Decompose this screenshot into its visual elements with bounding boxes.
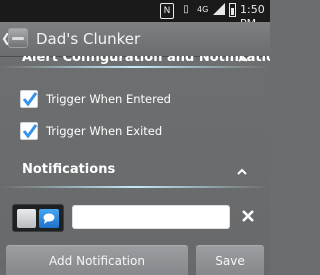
chevron-up-icon[interactable] [238, 56, 248, 64]
chevron-up-icon[interactable] [237, 167, 247, 177]
chat-bubble-icon [43, 213, 55, 224]
screen: N ▯ 4G 1:50 PM ❮ Dad's Clunker Alert Con… [0, 0, 270, 275]
notification-recipient-input[interactable] [72, 205, 230, 229]
section-divider [0, 66, 270, 68]
toggle-option-off[interactable] [17, 209, 36, 228]
page-title: Dad's Clunker [36, 30, 141, 48]
add-notification-button[interactable]: Add Notification [6, 245, 188, 275]
status-time: 1:50 PM [240, 3, 265, 30]
action-bar: ❮ Dad's Clunker [0, 22, 270, 57]
save-button[interactable]: Save [196, 245, 264, 275]
checkmark-icon [22, 124, 38, 139]
section-title-notifications: Notifications [22, 162, 116, 177]
checkbox-label: Trigger When Entered [46, 92, 171, 106]
checkbox-label: Trigger When Exited [46, 124, 163, 138]
battery-icon [229, 3, 236, 17]
signal-icon [213, 3, 225, 17]
vibrate-icon: ▯ [183, 4, 189, 15]
app-icon[interactable] [8, 28, 28, 48]
section-divider [0, 186, 270, 188]
close-icon[interactable] [241, 209, 255, 223]
checkbox-trigger-exited[interactable] [20, 122, 38, 140]
section-title-alert-configuration: Alert Configuration and Notifications [22, 56, 270, 65]
notification-type-toggle[interactable] [12, 204, 64, 232]
checkmark-icon [22, 92, 38, 107]
network-type-icon: 4G [197, 5, 209, 14]
nfc-icon: N [160, 3, 174, 19]
section-header-notifications[interactable]: Notifications [0, 158, 270, 184]
checkbox-trigger-entered[interactable] [20, 90, 38, 108]
status-bar: N ▯ 4G 1:50 PM [0, 0, 270, 30]
toggle-option-message[interactable] [39, 209, 59, 228]
